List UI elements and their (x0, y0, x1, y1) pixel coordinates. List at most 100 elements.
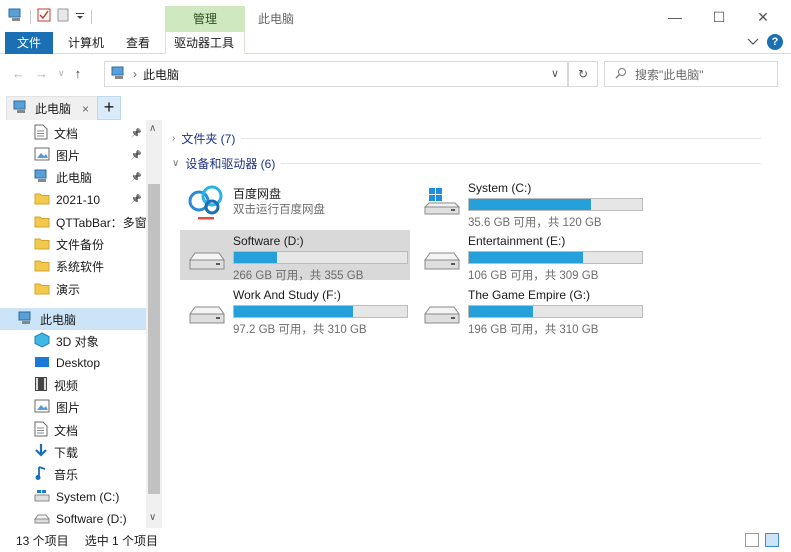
item-count: 13 个项目 (16, 533, 69, 548)
folder-icon (34, 281, 50, 298)
drive-capacity: 106 GB 可用，共 309 GB (468, 270, 599, 282)
drive-tile[interactable]: Work And Study (F:) 97.2 GB 可用，共 310 GB (180, 284, 410, 336)
qttab-active[interactable]: 此电脑 × (6, 96, 98, 120)
maximize-button[interactable]: ☐ (697, 4, 741, 30)
sidebar-item-label: 音乐 (54, 468, 79, 483)
sidebar-item-label: 系统软件 (56, 260, 105, 275)
details-view-icon[interactable] (745, 533, 759, 547)
sidebar-quick-access-item[interactable]: 图片 📌 (0, 144, 146, 166)
sidebar-item-label: 3D 对象 (56, 334, 99, 349)
drive-tile[interactable]: Entertainment (E:) 106 GB 可用，共 309 GB (415, 230, 645, 282)
scroll-down-icon[interactable]: ∨ (149, 512, 156, 523)
drive-name: System (C:) (468, 181, 532, 195)
drive-icon (423, 302, 461, 326)
drive-usage-fill (469, 252, 583, 263)
window-controls: — ☐ ✕ (653, 4, 785, 30)
drive-tile[interactable]: The Game Empire (G:) 196 GB 可用，共 310 GB (415, 284, 645, 336)
sidebar-item-label: 文件备份 (56, 238, 105, 252)
baidu-netdisk-tile[interactable]: 百度网盘 双击运行百度网盘 (180, 177, 410, 227)
computer-icon (13, 100, 29, 117)
tiles-view-icon[interactable] (765, 533, 779, 547)
sidebar-quick-access-item[interactable]: 文件备份 (0, 234, 146, 256)
sidebar-this-pc-item[interactable]: System (C:) (0, 486, 146, 508)
expand-ribbon-icon[interactable] (747, 35, 759, 49)
drive-usage-fill (469, 199, 591, 210)
breadcrumb[interactable]: 此电脑 (143, 66, 179, 83)
sidebar-this-pc-item[interactable]: Desktop (0, 352, 146, 374)
address-dropdown-icon[interactable]: ∨ (551, 67, 559, 80)
sidebar-item-label: 文档 (54, 126, 79, 141)
tab-file[interactable]: 文件 (5, 32, 53, 54)
picture-icon (34, 399, 50, 416)
close-button[interactable]: ✕ (741, 4, 785, 30)
drive-tile[interactable]: System (C:) 35.6 GB 可用，共 120 GB (415, 177, 645, 229)
new-folder-icon[interactable] (57, 8, 69, 25)
sidebar-this-pc-item[interactable]: 音乐 (0, 464, 146, 486)
sidebar-item-this-pc[interactable]: 此电脑 (0, 308, 146, 330)
context-tab-header[interactable]: 管理 (165, 6, 245, 32)
sidebar-quick-access-item[interactable]: 文档 📌 (0, 122, 146, 144)
qttab-close-icon[interactable]: × (82, 102, 89, 116)
tab-drive-tools[interactable]: 驱动器工具 (165, 32, 245, 54)
tab-view[interactable]: 查看 (126, 32, 150, 54)
drive-name: The Game Empire (G:) (468, 288, 591, 302)
sidebar-scrollbar[interactable]: ∧ ∨ (146, 120, 162, 528)
drive-usage-fill (234, 252, 278, 263)
search-placeholder[interactable]: 搜索"此电脑" (635, 66, 704, 83)
search-icon (615, 67, 627, 82)
sidebar-item-label: 此电脑 (40, 312, 77, 327)
sidebar-item-label: 图片 (56, 148, 81, 163)
drive-usage-bar (468, 198, 643, 211)
drive-tile[interactable]: Software (D:) 266 GB 可用，共 355 GB (180, 230, 410, 282)
sidebar-item-label: Software (D:) (56, 512, 127, 527)
pin-icon: 📌 (130, 194, 142, 205)
properties-icon[interactable] (37, 8, 51, 25)
forward-icon[interactable]: → (35, 66, 48, 81)
computer-icon (111, 66, 127, 83)
document-icon (34, 124, 48, 143)
scroll-up-icon[interactable]: ∧ (149, 123, 156, 134)
sidebar-this-pc-item[interactable]: 3D 对象 (0, 330, 146, 352)
sidebar-quick-access-item[interactable]: 2021-10 📌 (0, 189, 146, 211)
customize-toolbar-icon[interactable] (75, 10, 85, 24)
sidebar-this-pc-item[interactable]: Software (D:) (0, 508, 146, 528)
group-devices[interactable]: ∨ 设备和驱动器 (6) (172, 155, 762, 172)
group-divider (281, 163, 762, 164)
sidebar-item-label: 下载 (54, 446, 79, 460)
search-box[interactable]: 搜索"此电脑" (604, 61, 778, 87)
drive-icon (34, 511, 50, 528)
help-button[interactable]: ? (767, 34, 783, 50)
up-icon[interactable]: ↑ (75, 66, 82, 81)
address-bar[interactable]: › 此电脑 ∨ (104, 61, 568, 87)
tab-computer[interactable]: 计算机 (68, 32, 104, 54)
back-icon[interactable]: ← (12, 66, 25, 81)
sidebar-quick-access-item[interactable]: 系统软件 (0, 256, 146, 278)
folder-icon (34, 236, 50, 253)
scrollbar-thumb[interactable] (148, 184, 160, 494)
sidebar-quick-access-item[interactable]: 演示 (0, 278, 146, 300)
breadcrumb-separator-icon[interactable]: › (133, 67, 137, 81)
toolbar-separator (30, 9, 31, 24)
refresh-button[interactable]: ↻ (568, 61, 598, 87)
drive-usage-bar (233, 251, 408, 264)
group-folders[interactable]: › 文件夹 (7) (172, 130, 762, 147)
sidebar-item-label: QTTabBar：多窗口 (56, 215, 146, 230)
sidebar-quick-access-item[interactable]: 此电脑 📌 (0, 167, 146, 189)
content-pane: › 文件夹 (7) ∨ 设备和驱动器 (6) 百度网盘 双击运行百度网盘 Sys… (164, 120, 791, 528)
recent-locations-icon[interactable]: ∨ (58, 68, 65, 79)
drive-usage-bar (468, 251, 643, 264)
qttab-label: 此电脑 (35, 102, 72, 116)
pin-icon: 📌 (130, 149, 142, 160)
sidebar-quick-access-item[interactable]: QTTabBar：多窗口 (0, 211, 146, 233)
new-tab-button[interactable]: + (97, 96, 121, 120)
sidebar-this-pc-item[interactable]: 视频 (0, 375, 146, 397)
sidebar-this-pc-item[interactable]: 文档 (0, 419, 146, 441)
sidebar-this-pc-item[interactable]: 图片 (0, 397, 146, 419)
picture-icon (34, 147, 50, 164)
3d-objects-icon (34, 331, 50, 351)
drive-icon (188, 302, 226, 326)
group-divider (241, 138, 762, 139)
sidebar-this-pc-item[interactable]: 下载 (0, 442, 146, 464)
minimize-button[interactable]: — (653, 4, 697, 30)
computer-icon (8, 8, 24, 25)
